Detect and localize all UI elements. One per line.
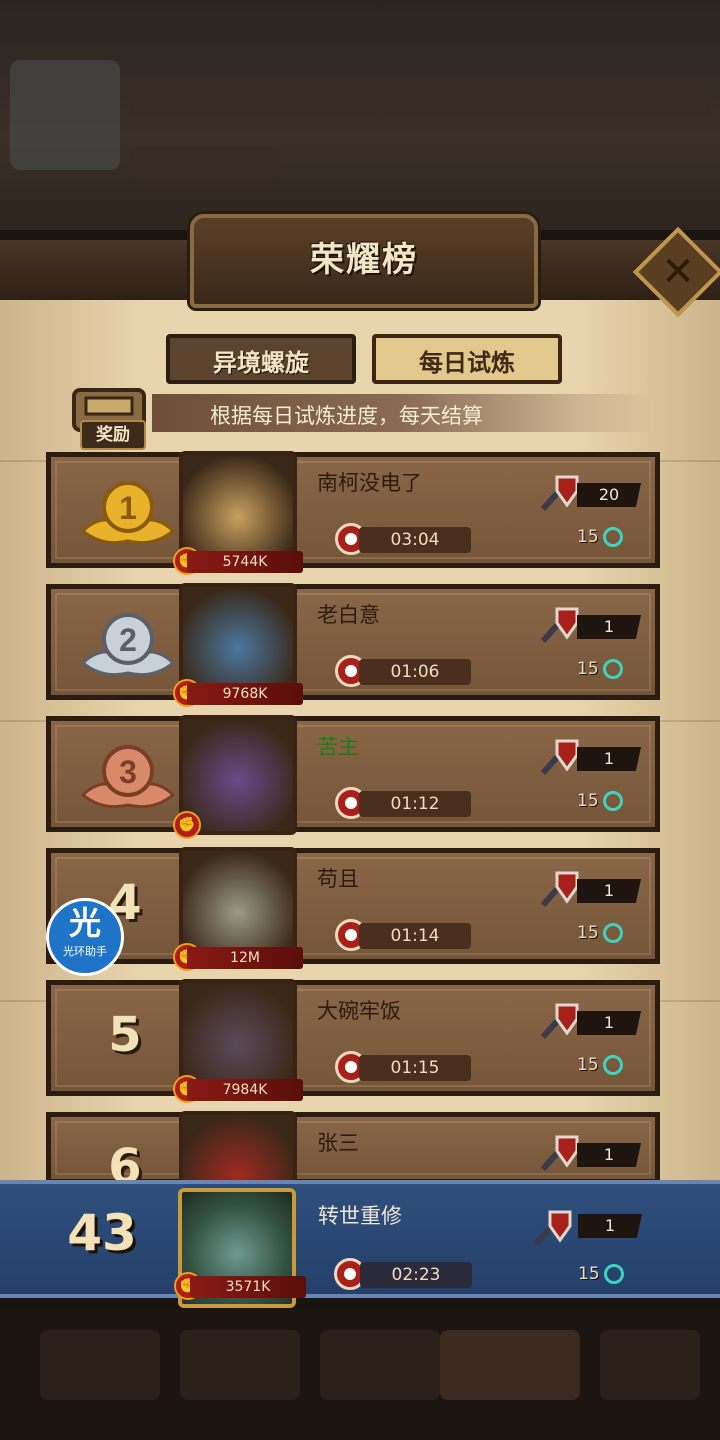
reward-keys: 15 [577, 791, 647, 811]
sword-shield-icon [540, 1003, 579, 1039]
ranking-row[interactable]: 5✊7984K大碗牢饭01:15 115 [46, 979, 660, 1103]
nav-slot [440, 1330, 580, 1400]
reward-keys: 15 [577, 923, 647, 943]
keys-value: 15 [577, 1055, 599, 1075]
clear-time: 01:14 [359, 923, 471, 949]
my-ranking-row[interactable]: 43 ✊ 3571K 转世重修 02:23 1 15 [0, 1180, 720, 1308]
swirl-icon [602, 527, 623, 547]
rank-medal-icon: 3 [80, 745, 176, 809]
clear-time: 01:12 [359, 791, 471, 817]
power-fist-icon: ✊ [173, 811, 201, 839]
sword-shield-icon [540, 871, 579, 907]
clear-time: 03:04 [359, 527, 471, 553]
ranking-row[interactable]: 1 ✊5744K南柯没电了03:04 2015 [46, 451, 660, 575]
battle-count: 1 [577, 747, 641, 771]
close-icon[interactable]: ✕ [646, 240, 710, 304]
sword-shield-icon [540, 1135, 579, 1171]
my-rank-number: 43 [67, 1204, 137, 1262]
ranking-row[interactable]: 4✊12M苟且01:14 115 [46, 847, 660, 971]
rank-number: 5 [108, 1007, 142, 1063]
keys-value: 15 [578, 1264, 600, 1284]
ranking-row[interactable]: 2 ✊9768K老白意01:06 115 [46, 583, 660, 707]
clear-time: 01:15 [359, 1055, 471, 1081]
nav-slot [600, 1330, 700, 1400]
helper-label: 光环助手 [63, 945, 107, 958]
page-title: 荣耀榜 [310, 240, 418, 280]
medal-rank-text: 1 [119, 490, 137, 526]
settlement-description: 根据每日试炼进度，每天结算 [210, 404, 483, 428]
tab-spiral[interactable]: 异境螺旋 [166, 334, 356, 384]
rank-medal-icon: 2 [80, 613, 176, 677]
keys-value: 15 [577, 659, 599, 679]
ranking-row[interactable]: 6 张三 1 [46, 1111, 660, 1231]
medal-rank-text: 2 [119, 622, 137, 658]
background-bar-blur [130, 145, 280, 181]
sword-shield-icon [533, 1210, 572, 1246]
my-player-name: 转世重修 [318, 1204, 402, 1228]
background-bar-blur [130, 80, 710, 120]
tab-daily-trial[interactable]: 每日试炼 [372, 334, 562, 384]
keys-value: 15 [577, 527, 599, 547]
nav-slot [180, 1330, 300, 1400]
helper-glyph: 光 [68, 904, 101, 942]
my-keys: 15 [578, 1264, 648, 1284]
reward-keys: 15 [577, 527, 647, 547]
my-time: 02:23 [360, 1262, 472, 1288]
player-power: 9768K [187, 683, 303, 705]
player-name: 苟且 [317, 867, 359, 891]
swirl-icon [602, 791, 623, 811]
rank-medal-icon: 1 [80, 481, 176, 545]
swirl-icon [602, 659, 623, 679]
helper-overlay-badge[interactable]: 光 光环助手 [46, 898, 124, 976]
my-count: 1 [578, 1214, 642, 1238]
sword-shield-icon [540, 607, 579, 643]
battle-count: 1 [577, 1011, 641, 1035]
nav-slot [40, 1330, 160, 1400]
reward-keys: 15 [577, 659, 647, 679]
battle-count: 20 [577, 483, 641, 507]
reward-keys: 15 [577, 1055, 647, 1075]
player-power: 5744K [187, 551, 303, 573]
swirl-icon [603, 1264, 624, 1284]
keys-value: 15 [577, 923, 599, 943]
clear-time: 01:06 [359, 659, 471, 685]
ranking-row[interactable]: 3 ✊ 苦主 01:12 1 15 [46, 715, 660, 839]
reward-label[interactable]: 奖励 [80, 420, 146, 450]
player-power: 12M [187, 947, 303, 969]
sword-shield-icon [540, 739, 579, 775]
medal-rank-text: 3 [119, 754, 137, 790]
player-name: 老白意 [317, 603, 380, 627]
swirl-icon [602, 923, 623, 943]
sword-shield-icon [540, 475, 579, 511]
player-name: 大碗牢饭 [317, 999, 401, 1023]
player-name: 苦主 [317, 735, 359, 759]
background-avatar-blur [10, 60, 120, 170]
player-name: 张三 [317, 1131, 359, 1155]
swirl-icon [602, 1055, 623, 1075]
battle-count: 1 [577, 615, 641, 639]
my-power: 3571K [190, 1276, 306, 1298]
battle-count: 1 [577, 879, 641, 903]
battle-count: 1 [577, 1143, 641, 1167]
player-power: 7984K [187, 1079, 303, 1101]
player-name: 南柯没电了 [317, 471, 422, 495]
keys-value: 15 [577, 791, 599, 811]
nav-slot [320, 1330, 440, 1400]
